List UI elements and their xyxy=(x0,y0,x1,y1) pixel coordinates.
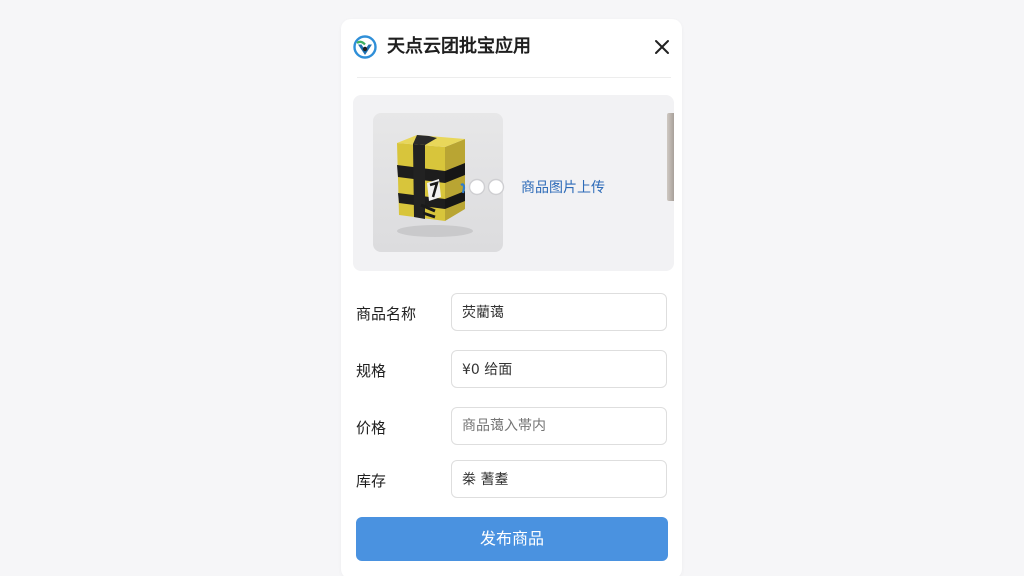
carousel-dot-1 xyxy=(468,178,486,196)
dialog-header: 天点云团批宝应用 xyxy=(341,19,682,77)
price-input[interactable] xyxy=(451,407,667,445)
product-name-input[interactable] xyxy=(451,293,667,331)
carousel-indicator xyxy=(460,178,505,196)
header-divider xyxy=(357,77,671,78)
spec-label: 规格 xyxy=(356,362,387,380)
app-title: 天点云团批宝应用 xyxy=(387,36,531,57)
close-icon[interactable] xyxy=(651,36,673,58)
next-image-thumbnail[interactable] xyxy=(667,113,674,201)
upload-image-link[interactable]: 商品图片上传 xyxy=(521,178,605,198)
publish-product-button[interactable]: 发布商品 xyxy=(356,517,668,561)
image-upload-area[interactable]: 商品图片上传 xyxy=(353,95,674,271)
tiandian-logo-icon xyxy=(353,35,377,59)
spec-input[interactable] xyxy=(451,350,667,388)
stock-label: 库存 xyxy=(356,472,387,490)
carousel-dot-2 xyxy=(487,178,505,196)
price-label: 价格 xyxy=(356,419,387,437)
dot-accent-icon xyxy=(460,183,466,194)
app-dialog: 天点云团批宝应用 商品图片上传 商品名称 荧藺蔼 规格 ¥0 给面 价格 商品蔼… xyxy=(341,19,682,576)
stock-input[interactable] xyxy=(451,460,667,498)
product-name-label: 商品名称 xyxy=(356,305,417,323)
screen: 天点云团批宝应用 商品图片上传 商品名称 荧藺蔼 规格 ¥0 给面 价格 商品蔼… xyxy=(0,0,1024,576)
